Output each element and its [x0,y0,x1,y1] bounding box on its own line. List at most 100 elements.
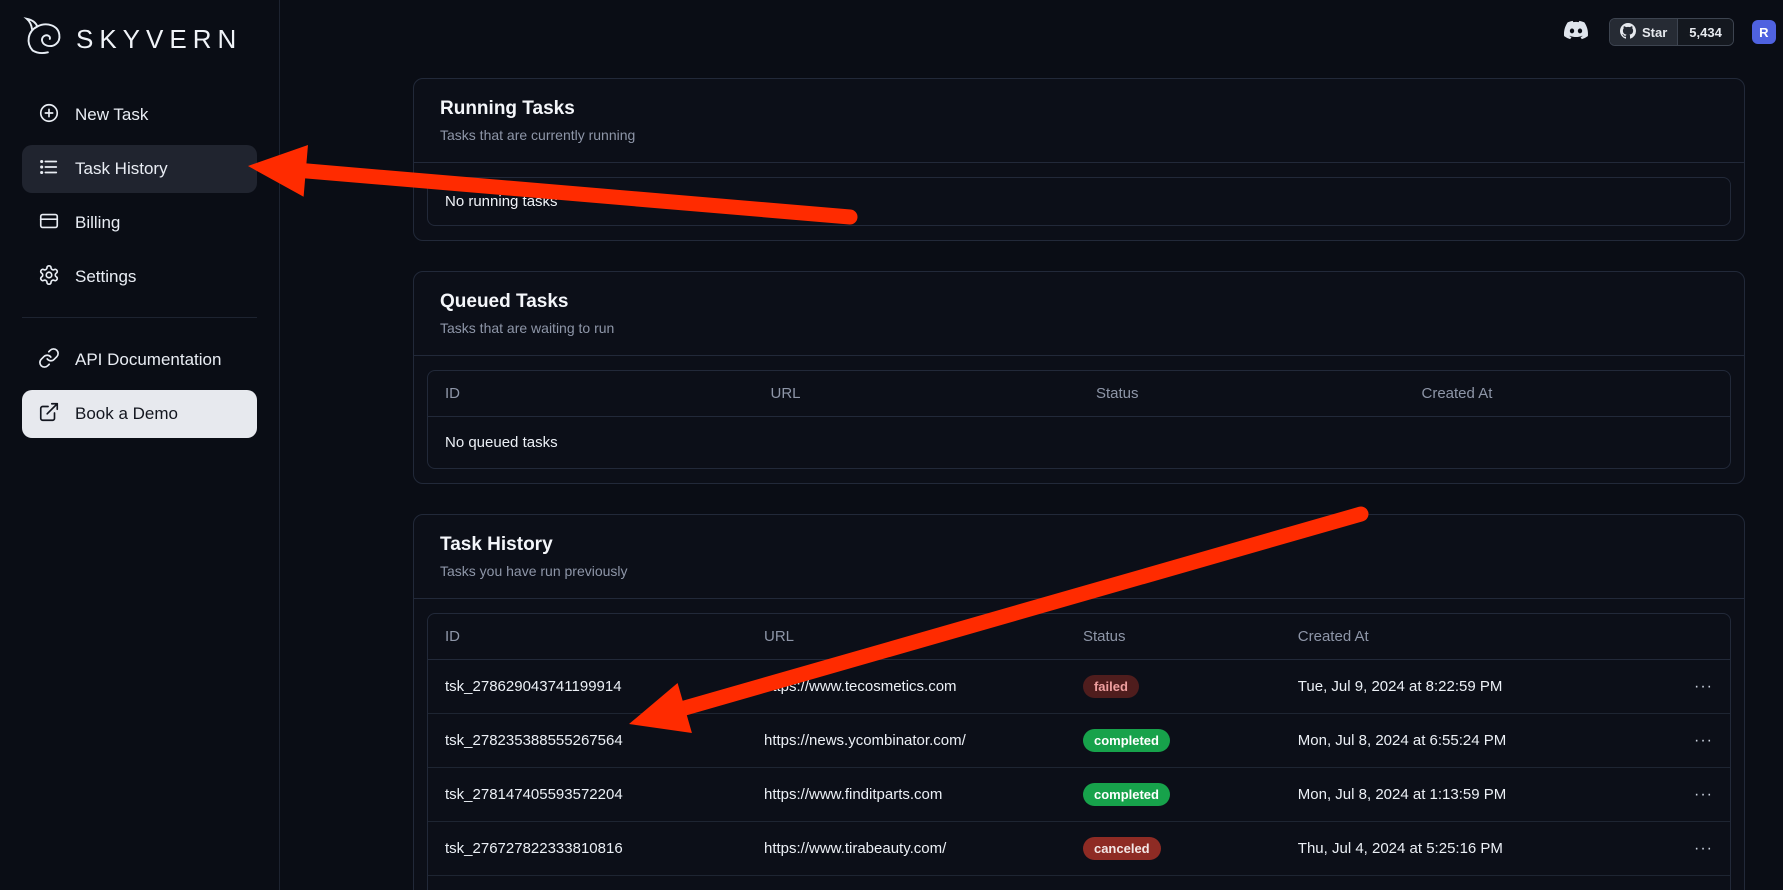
task-actions-cell: ··· [1658,660,1730,714]
task-status-cell: completed [1066,768,1281,822]
task-created-cell: Mon, Jul 8, 2024 at 6:55:24 PM [1281,714,1659,768]
discord-icon[interactable] [1561,18,1591,47]
billing-card-icon [38,210,60,237]
github-star-count[interactable]: 5,434 [1678,19,1733,45]
task-status-cell: completed [1066,876,1281,890]
section-title: Task History [440,534,1718,556]
status-badge: completed [1083,729,1170,752]
topbar: Star 5,434 R Sk [281,0,1783,64]
section-title: Queued Tasks [440,291,1718,313]
brand-logo: SKYVERN [22,14,257,65]
row-actions-button[interactable]: ··· [1694,732,1713,750]
task-history-row[interactable]: tsk_278147405593572204https://www.findit… [428,768,1730,822]
queued-tasks-table: IDURLStatusCreated At No queued tasks [428,371,1730,468]
column-header-url: URL [747,614,1066,660]
task-created-cell: Thu, Jul 4, 2024 at 5:25:16 PM [1281,822,1659,876]
task-history-row[interactable]: tsk_278629043741199914https://www.tecosm… [428,660,1730,714]
sidebar-item-book-a-demo[interactable]: Book a Demo [22,390,257,438]
task-status-cell: failed [1066,660,1281,714]
task-created-cell: Tue, Jul 9, 2024 at 8:22:59 PM [1281,660,1659,714]
github-star-label: Star [1642,25,1667,40]
queued-empty-text: No queued tasks [428,417,1730,469]
queued-table-head-row: IDURLStatusCreated At [428,371,1730,417]
row-actions-button[interactable]: ··· [1694,786,1713,804]
main-content: Running Tasks Tasks that are currently r… [281,0,1783,890]
sidebar-nav: New Task Task History Billing [22,91,257,301]
task-actions-cell: ··· [1658,768,1730,822]
column-header-created-at: Created At [1405,371,1731,417]
task-created-cell: Mon, Jul 8, 2024 at 1:13:59 PM [1281,768,1659,822]
running-tasks-header: Running Tasks Tasks that are currently r… [414,79,1744,163]
task-status-cell: completed [1066,714,1281,768]
history-table-head-row: IDURLStatusCreated At [428,614,1730,660]
task-url-cell: https://www.tirabeauty.com/ [747,822,1066,876]
task-history-card: Task History Tasks you have run previous… [413,514,1745,890]
account-button[interactable]: R Sk [1752,20,1783,44]
status-badge: completed [1083,783,1170,806]
column-header-status: Status [1079,371,1405,417]
column-header-actions [1658,614,1730,660]
brand-name: SKYVERN [76,24,242,55]
github-star-widget[interactable]: Star 5,434 [1609,18,1734,46]
column-header-status: Status [1066,614,1281,660]
sidebar-item-api-documentation[interactable]: API Documentation [22,336,257,384]
sidebar-item-label: Task History [75,159,168,179]
sidebar-divider [22,317,257,318]
task-history-table: IDURLStatusCreated At tsk_27862904374119… [428,614,1730,890]
task-history-row[interactable]: tsk_278235388555267564https://news.ycomb… [428,714,1730,768]
column-header-created-at: Created At [1281,614,1659,660]
section-subtitle: Tasks that are currently running [440,127,1718,143]
task-actions-cell: ··· [1658,714,1730,768]
external-link-icon [38,401,60,428]
status-badge: canceled [1083,837,1161,860]
github-icon [1620,23,1636,42]
dragon-logo-icon [22,14,68,65]
column-header-url: URL [754,371,1080,417]
sidebar: SKYVERN New Task Task History [0,0,280,890]
github-star-button[interactable]: Star [1610,19,1678,45]
row-actions-button[interactable]: ··· [1694,840,1713,858]
queued-tasks-card: Queued Tasks Tasks that are waiting to r… [413,271,1745,484]
sidebar-item-label: Billing [75,213,120,233]
queued-tasks-header: Queued Tasks Tasks that are waiting to r… [414,272,1744,356]
sidebar-item-label: Book a Demo [75,404,178,424]
row-actions-button[interactable]: ··· [1694,678,1713,696]
task-history-body: IDURLStatusCreated At tsk_27862904374119… [414,599,1744,890]
sidebar-item-label: New Task [75,105,148,125]
task-actions-cell: ··· [1658,822,1730,876]
task-history-row[interactable]: tsk_276727822333810816https://www.tirabe… [428,822,1730,876]
running-tasks-body: No running tasks [414,163,1744,240]
task-id-cell: tsk_278147405593572204 [428,768,747,822]
list-icon [38,156,60,183]
sidebar-item-label: Settings [75,267,136,287]
sidebar-item-task-history[interactable]: Task History [22,145,257,193]
task-url-cell: https://www.tecosmetics.com [747,660,1066,714]
task-history-header: Task History Tasks you have run previous… [414,515,1744,599]
task-history-row[interactable]: tsk_274180139292204058https://www.geico.… [428,876,1730,890]
task-actions-cell: ··· [1658,876,1730,890]
sidebar-item-new-task[interactable]: New Task [22,91,257,139]
sidebar-item-billing[interactable]: Billing [22,199,257,247]
task-url-cell: https://news.ycombinator.com/ [747,714,1066,768]
task-url-cell: https://www.finditparts.com [747,768,1066,822]
column-header-id: ID [428,614,747,660]
section-subtitle: Tasks you have run previously [440,563,1718,579]
link-icon [38,347,60,374]
status-badge: failed [1083,675,1139,698]
running-tasks-card: Running Tasks Tasks that are currently r… [413,78,1745,241]
gear-icon [38,264,60,291]
task-id-cell: tsk_278629043741199914 [428,660,747,714]
section-title: Running Tasks [440,98,1718,120]
task-id-cell: tsk_274180139292204058 [428,876,747,890]
avatar[interactable]: R [1752,20,1776,44]
task-url-cell: https://www.geico.com [747,876,1066,890]
running-tasks-empty-state: No running tasks [427,177,1731,226]
sidebar-item-settings[interactable]: Settings [22,253,257,301]
sidebar-secondary-nav: API Documentation Book a Demo [22,336,257,438]
task-created-cell: Thu, Jun 27, 2024 at 8:38:58 PM [1281,876,1659,890]
queued-empty-row: No queued tasks [428,417,1730,469]
plus-circle-icon [38,102,60,129]
task-status-cell: canceled [1066,822,1281,876]
task-id-cell: tsk_276727822333810816 [428,822,747,876]
sidebar-item-label: API Documentation [75,350,221,370]
